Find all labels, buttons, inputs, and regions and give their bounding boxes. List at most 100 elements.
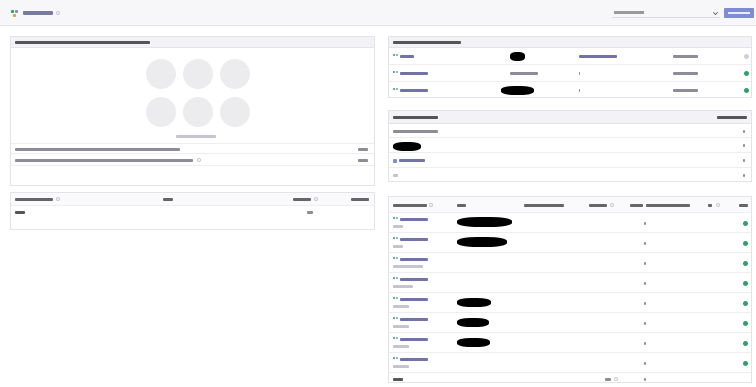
tier-row[interactable] xyxy=(389,139,751,153)
project-code-link[interactable] xyxy=(400,278,428,281)
project-icon xyxy=(393,297,398,302)
help-icon[interactable] xyxy=(314,197,318,201)
table-header-row xyxy=(389,197,751,213)
column-header[interactable] xyxy=(739,204,748,207)
project-code-link[interactable] xyxy=(400,358,428,361)
project-code-link[interactable] xyxy=(400,318,428,321)
page-title xyxy=(23,11,53,15)
stats-row xyxy=(11,155,374,166)
project-icon xyxy=(393,257,398,262)
project-icon xyxy=(393,88,398,93)
stats-row-value xyxy=(358,159,368,162)
open-project-row[interactable] xyxy=(389,354,751,373)
project-icon xyxy=(393,217,398,222)
tier-count xyxy=(743,159,745,162)
project-code-link[interactable] xyxy=(400,89,428,92)
task-count xyxy=(644,362,646,365)
open-projects-table xyxy=(388,196,752,383)
project-status-label xyxy=(579,72,580,75)
stats-row-label xyxy=(15,148,180,151)
project-date xyxy=(673,55,698,58)
open-project-row[interactable] xyxy=(389,314,751,333)
stats-row-label xyxy=(15,159,193,162)
redacted-client xyxy=(457,338,490,347)
open-project-row[interactable] xyxy=(389,294,751,313)
project-code-link[interactable] xyxy=(400,258,428,261)
placeholder-circle-icon xyxy=(220,59,250,89)
tier-label[interactable] xyxy=(399,159,425,162)
project-status-label xyxy=(579,55,617,58)
redacted-client xyxy=(457,237,507,247)
project-subtitle xyxy=(393,345,409,348)
tier-count xyxy=(743,174,745,177)
open-project-row[interactable] xyxy=(389,254,751,273)
recent-projects-title xyxy=(393,41,461,44)
project-date xyxy=(673,72,698,75)
column-header[interactable] xyxy=(524,204,564,207)
help-icon[interactable] xyxy=(716,203,720,207)
placeholder-circle-icon xyxy=(220,97,250,127)
project-status-label xyxy=(579,89,580,92)
redacted-client xyxy=(457,217,512,227)
total-value xyxy=(605,378,611,381)
project-code-link[interactable] xyxy=(400,338,428,341)
project-code-link[interactable] xyxy=(400,218,428,221)
column-header[interactable] xyxy=(646,204,690,207)
project-code-link[interactable] xyxy=(400,238,428,241)
column-header[interactable] xyxy=(589,204,607,207)
column-header[interactable] xyxy=(293,198,311,201)
open-project-row[interactable] xyxy=(389,334,751,353)
project-client xyxy=(510,72,538,75)
projects-by-tier-header xyxy=(389,111,751,124)
recent-project-row[interactable] xyxy=(389,66,751,82)
tier-count xyxy=(743,144,745,147)
column-header[interactable] xyxy=(457,204,466,207)
projects-logo-icon xyxy=(11,10,20,17)
project-code-link[interactable] xyxy=(400,72,428,75)
column-header[interactable] xyxy=(15,198,53,201)
tier-row[interactable] xyxy=(389,169,751,182)
recent-project-row[interactable] xyxy=(389,83,751,99)
stats-row xyxy=(11,143,374,154)
help-icon[interactable] xyxy=(429,203,433,207)
help-icon[interactable] xyxy=(197,158,201,162)
column-header[interactable] xyxy=(630,204,643,207)
new-project-button[interactable] xyxy=(724,8,754,18)
project-code-link[interactable] xyxy=(400,55,414,58)
open-project-row[interactable] xyxy=(389,234,751,253)
tier-row[interactable] xyxy=(389,125,751,138)
help-icon[interactable] xyxy=(56,197,60,201)
column-header[interactable] xyxy=(708,204,712,207)
project-subtitle xyxy=(393,365,409,368)
state-indicator xyxy=(743,241,748,246)
project-icon xyxy=(393,54,398,59)
open-project-row[interactable] xyxy=(389,274,751,293)
state-indicator xyxy=(743,321,748,326)
redacted-client xyxy=(501,86,534,95)
state-indicator xyxy=(743,361,748,366)
table-total-row xyxy=(389,374,751,384)
project-icon xyxy=(393,277,398,282)
column-header[interactable] xyxy=(393,204,427,207)
placeholder-circle-icon xyxy=(146,97,176,127)
left-projects-table xyxy=(10,192,375,230)
tier-label xyxy=(393,130,438,133)
column-header[interactable] xyxy=(351,198,369,201)
project-count-header xyxy=(717,116,747,119)
project-icon xyxy=(393,317,398,322)
placeholder-circle-icon xyxy=(146,59,176,89)
project-code-link[interactable] xyxy=(400,298,428,301)
table-header-row xyxy=(11,193,374,206)
open-project-row[interactable] xyxy=(389,214,751,233)
state-indicator xyxy=(743,341,748,346)
recent-project-row[interactable] xyxy=(389,49,751,65)
total-tasks xyxy=(644,378,646,381)
tier-row[interactable] xyxy=(389,154,751,168)
total-label xyxy=(15,211,25,214)
help-icon[interactable] xyxy=(614,377,618,381)
help-icon[interactable] xyxy=(56,11,60,15)
help-icon[interactable] xyxy=(610,203,614,207)
column-header[interactable] xyxy=(163,198,173,201)
projects-by-tier-title xyxy=(393,116,438,119)
project-filter-select[interactable] xyxy=(612,8,720,18)
